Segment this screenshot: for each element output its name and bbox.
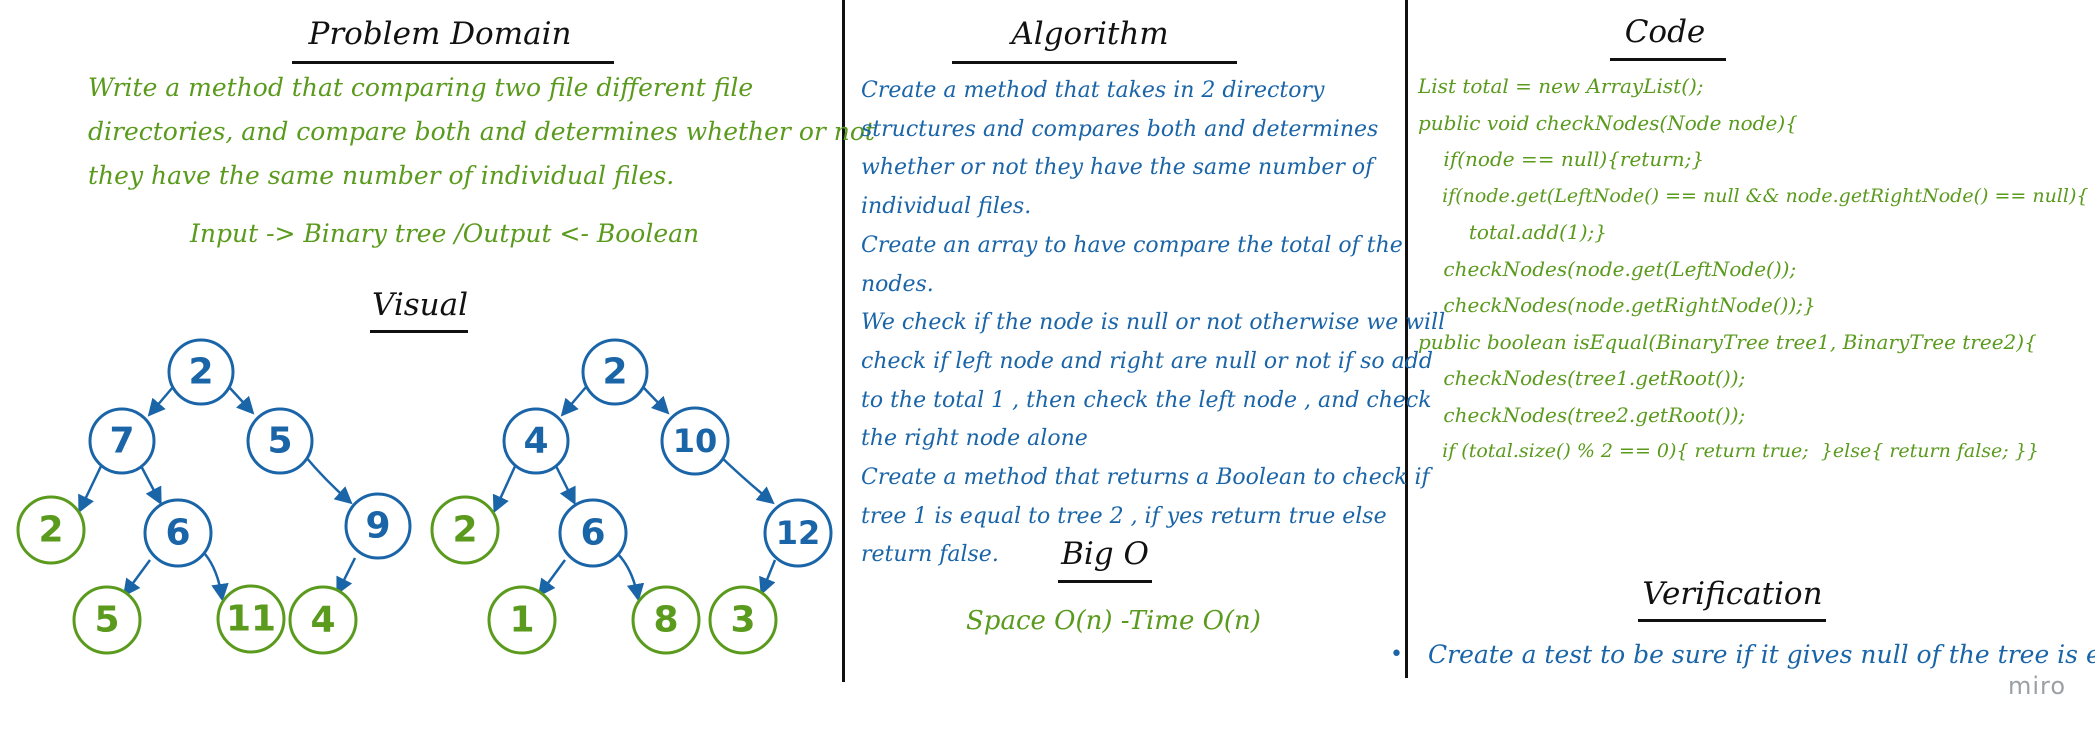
algorithm-line: individual files.: [861, 194, 1032, 220]
tree1-label: 6: [165, 513, 190, 554]
visual-title: Visual: [371, 287, 469, 323]
algorithm-text: Create a method that takes in 2 director…: [861, 72, 1445, 575]
verification-title: Verification: [1642, 576, 1823, 612]
problem-domain-title: Problem Domain: [308, 16, 572, 52]
code-line: checkNodes(node.getRightNode());}: [1418, 293, 1816, 317]
problem-domain-line: they have the same number of individual …: [88, 161, 675, 190]
code-line: checkNodes(tree1.getRoot());: [1418, 366, 1746, 390]
verification-bullet: Create a test to be sure if it gives nul…: [1428, 640, 2095, 669]
algorithm-line: the right node alone: [861, 426, 1088, 452]
big-o-title: Big O: [1061, 536, 1149, 572]
input-output-text: Input -> Binary tree /Output <- Boolean: [190, 219, 700, 248]
code-line: total.add(1);}: [1418, 220, 1607, 244]
tree1-label: 4: [310, 600, 335, 641]
algorithm-line: check if left node and right are null or…: [861, 348, 1433, 374]
problem-domain-underline: [292, 61, 614, 64]
problem-domain-line: Write a method that comparing two file d…: [88, 73, 754, 102]
tree1-nodes: [16, 338, 412, 655]
algorithm-underline: [952, 61, 1237, 64]
tree2-label: 3: [730, 600, 755, 641]
algorithm-line: to the total 1 , then check the left nod…: [861, 387, 1432, 413]
algorithm-line: Create a method that returns a Boolean t…: [861, 465, 1430, 491]
tree1-label: 2: [38, 510, 63, 551]
tree2-label: 8: [653, 600, 678, 641]
tree2-nodes: [430, 338, 833, 655]
problem-domain-text: Write a method that comparing two file d…: [88, 66, 875, 198]
code-title: Code: [1624, 14, 1706, 50]
code-block: List total = new ArrayList(); public voi…: [1418, 68, 2088, 470]
algorithm-line: nodes.: [861, 271, 934, 297]
tree1-label: 9: [365, 506, 390, 547]
algorithm-line: tree 1 is equal to tree 2 , if yes retur…: [861, 503, 1387, 529]
tree1-label: 2: [188, 352, 213, 393]
tree1-label: 5: [267, 421, 292, 462]
tree2-label: 6: [580, 513, 605, 554]
algorithm-title: Algorithm: [1011, 16, 1169, 52]
tree2-label: 1: [509, 600, 534, 641]
code-line: List total = new ArrayList();: [1418, 74, 1704, 98]
tree2-label: 10: [673, 422, 718, 460]
algorithm-line: Create a method that takes in 2 director…: [861, 78, 1325, 103]
tree2-label: 2: [452, 510, 477, 551]
tree1-label: 5: [94, 600, 119, 641]
algorithm-line: structures and compares both and determi…: [861, 116, 1379, 142]
verification-bullet-dot: •: [1390, 642, 1403, 667]
big-o-text: Space O(n) -Time O(n): [966, 606, 1261, 636]
code-line: checkNodes(tree2.getRoot());: [1418, 402, 1746, 427]
tree1-label: 11: [226, 599, 276, 640]
code-line: checkNodes(node.get(LeftNode());: [1418, 256, 1797, 281]
verification-underline: [1638, 619, 1826, 622]
code-line: if (total.size() % 2 == 0){ return true;…: [1418, 440, 2039, 462]
code-line: if(node == null){return;}: [1418, 147, 1705, 171]
tree2-label: 4: [523, 421, 548, 462]
tree2-label: 2: [602, 352, 627, 393]
code-line: public boolean isEqual(BinaryTree tree1,…: [1418, 329, 2037, 354]
algorithm-line: Create an array to have compare the tota…: [861, 232, 1403, 258]
algorithm-line: whether or not they have the same number…: [861, 155, 1374, 181]
tree1-label: 7: [109, 421, 134, 462]
algorithm-line: We check if the node is null or not othe…: [861, 310, 1446, 336]
problem-domain-line: directories, and compare both and determ…: [88, 117, 875, 146]
code-line: if(node.get(LeftNode() == null && node.g…: [1418, 184, 2089, 207]
tree2-label: 12: [776, 514, 821, 552]
miro-watermark: miro: [2008, 672, 2067, 700]
big-o-underline: [1058, 580, 1152, 583]
tree-diagrams: 2 7 5 2 6 9 5 11 4 2 4 10 2 6 12 1 8 3: [16, 338, 833, 655]
code-line: public void checkNodes(Node node){: [1418, 110, 1798, 135]
code-underline: [1610, 58, 1726, 61]
